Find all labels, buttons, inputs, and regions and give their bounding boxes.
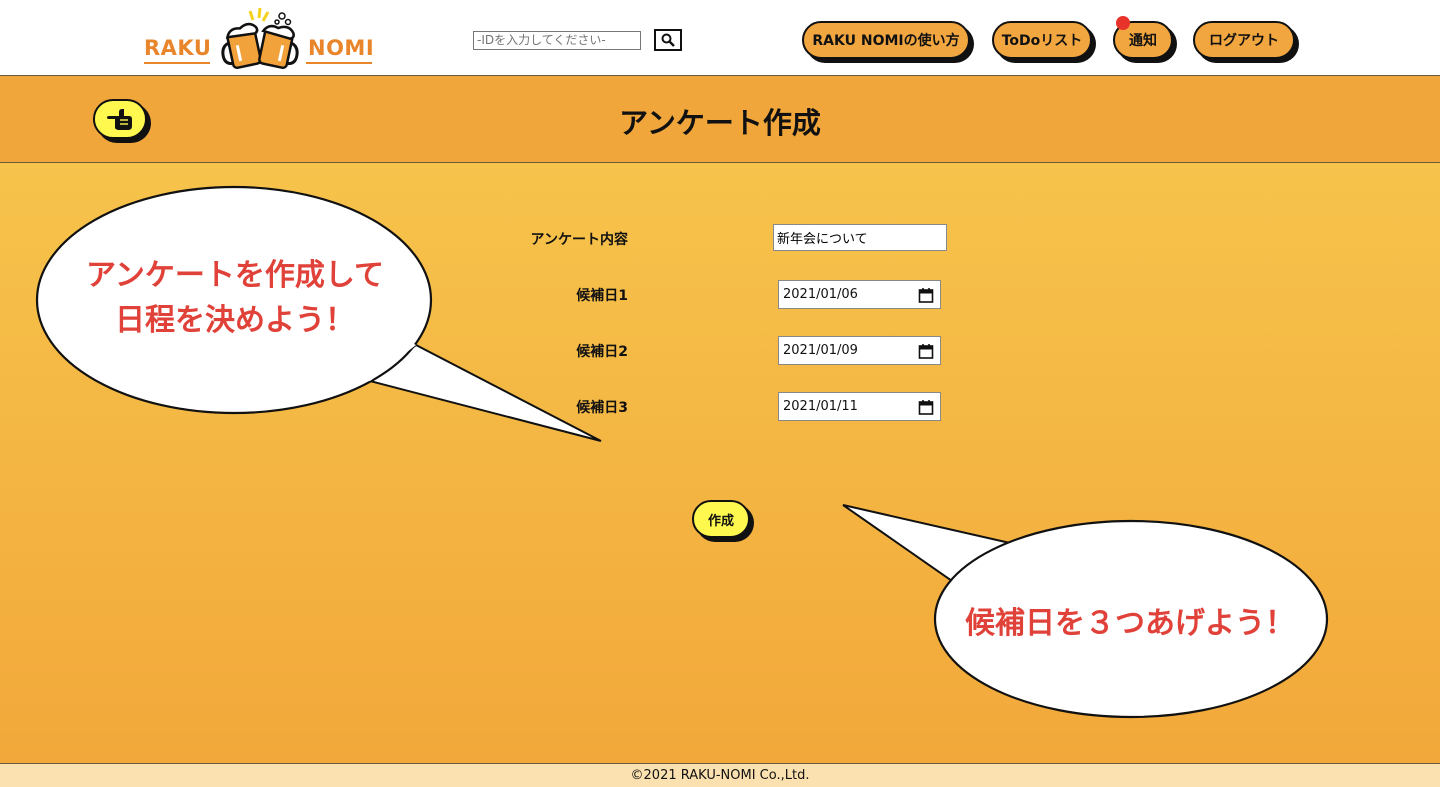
copyright-text: ©2021 RAKU-NOMI Co.,Ltd.: [630, 768, 810, 783]
left-bubble-line-2: 日程を決めよう！: [115, 303, 355, 338]
logo-underline-right: [306, 62, 372, 64]
survey-content-label: アンケート内容: [530, 232, 628, 248]
notification-badge: [1116, 16, 1130, 30]
candidate-date-1-input[interactable]: 2021/01/06: [778, 280, 941, 309]
logo-word-right: NOMI: [308, 36, 375, 60]
survey-form-area: アンケートを作成して 日程を決めよう！ 候補日を３つあげよう！ アンケート内容 …: [0, 163, 1440, 763]
candidate-date-2-input[interactable]: 2021/01/09: [778, 336, 941, 365]
left-bubble-line-1: アンケートを作成して: [86, 258, 384, 293]
candidate-date-3-value: 2021/01/11: [783, 399, 858, 414]
candidate-date-2-value: 2021/01/09: [783, 343, 858, 358]
candidate-date-3-label: 候補日3: [576, 400, 628, 416]
candidate-date-1-label: 候補日1: [576, 288, 628, 304]
search-input[interactable]: [473, 30, 641, 50]
beer-mugs-icon: [221, 8, 299, 70]
survey-content-input[interactable]: [773, 224, 947, 251]
create-survey-button[interactable]: 作成: [692, 500, 750, 538]
logo-underline-left: [144, 62, 210, 64]
calendar-icon[interactable]: [918, 399, 934, 415]
candidate-date-1-value: 2021/01/06: [783, 287, 858, 302]
search-button[interactable]: [654, 29, 682, 51]
page-title: アンケート作成: [619, 106, 821, 140]
logo-word-left: RAKU: [144, 36, 212, 60]
guide-button[interactable]: RAKU NOMIの使い方: [802, 21, 970, 59]
footer: ©2021 RAKU-NOMI Co.,Ltd.: [0, 763, 1440, 787]
calendar-icon[interactable]: [918, 287, 934, 303]
left-bubble-text: アンケートを作成して 日程を決めよう！: [60, 253, 410, 343]
candidate-date-3-input[interactable]: 2021/01/11: [778, 392, 941, 421]
candidate-date-2-label: 候補日2: [576, 344, 628, 360]
raku-nomi-logo[interactable]: RAKU NOMI: [140, 8, 380, 70]
search-icon: [661, 33, 675, 47]
todo-list-button[interactable]: ToDoリスト: [992, 21, 1092, 59]
logout-button[interactable]: ログアウト: [1193, 21, 1295, 59]
calendar-icon[interactable]: [918, 343, 934, 359]
right-bubble-text: 候補日を３つあげよう！: [965, 606, 1295, 641]
page-title-bar: アンケート作成: [0, 76, 1440, 163]
top-navbar: RAKU NOMI -IDを入力してください- RAKU NOMIの使い方 To…: [0, 0, 1440, 76]
search-form: [473, 29, 682, 51]
